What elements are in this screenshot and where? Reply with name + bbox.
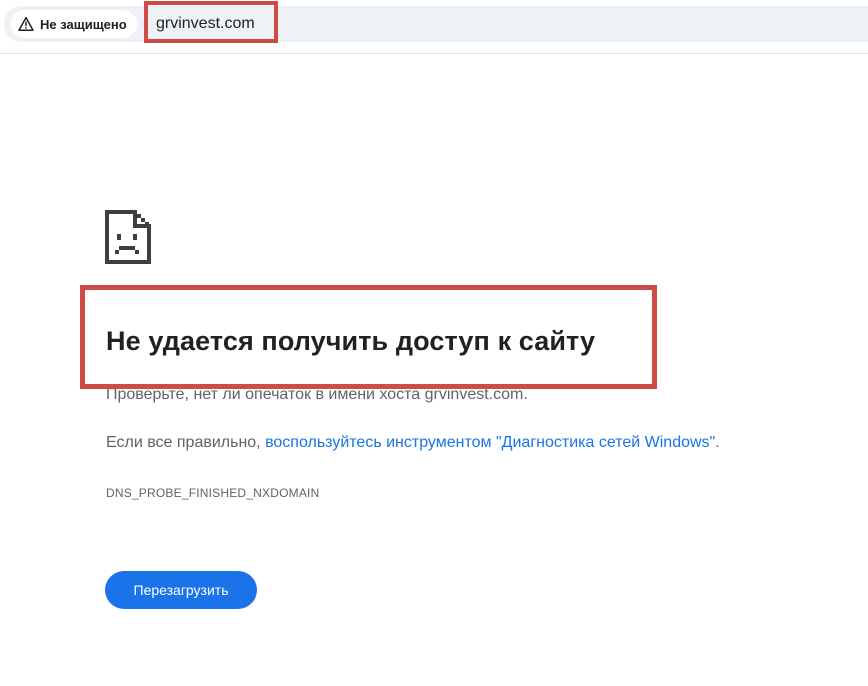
sad-page-icon [105, 210, 151, 264]
error-title: Не удается получить доступ к сайту [106, 326, 596, 356]
security-label: Не защищено [40, 16, 127, 32]
reload-button[interactable]: Перезагрузить [105, 571, 257, 609]
security-indicator[interactable]: Не защищено [10, 10, 137, 38]
error-code: DNS_PROBE_FINISHED_NXDOMAIN [106, 486, 320, 500]
warning-triangle-icon [18, 16, 34, 31]
diagnostics-prefix: Если все правильно, [106, 434, 266, 451]
url-text[interactable]: grvinvest.com [156, 15, 255, 33]
network-diagnostics-hint: Если все правильно, воспользуйтесь инстр… [106, 434, 720, 452]
browser-toolbar: Не защищено grvinvest.com [0, 0, 868, 54]
omnibox[interactable]: Не защищено grvinvest.com [4, 6, 868, 42]
hostname-check-hint: Проверьте, нет ли опечаток в имени хоста… [106, 386, 528, 403]
network-diagnostics-link[interactable]: воспользуйтесь инструментом "Диагностика… [265, 434, 715, 451]
diagnostics-suffix: . [715, 434, 720, 451]
